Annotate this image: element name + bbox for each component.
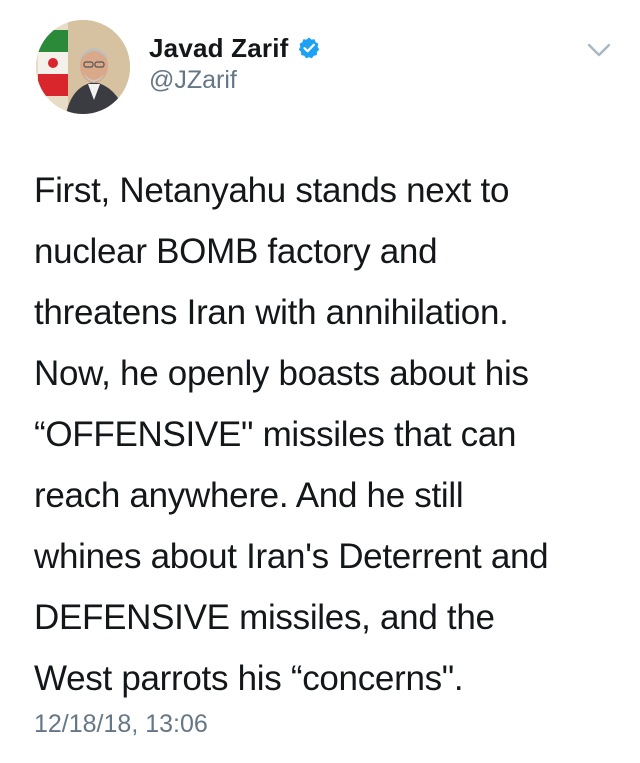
tweet-text-line: “OFFENSIVE" missiles that can: [34, 415, 517, 454]
tweet-card: Javad Zarif @JZarif First, Netanyahu sta…: [0, 0, 640, 763]
tweet-text-line: reach anywhere. And he still: [34, 476, 464, 515]
tweet-text-line: Now, he openly boasts about his: [34, 354, 529, 393]
tweet-text-line: nuclear BOMB factory and: [34, 232, 438, 271]
author-name-row: Javad Zarif: [149, 30, 321, 66]
author-handle[interactable]: @JZarif: [149, 66, 237, 95]
display-name[interactable]: Javad Zarif: [149, 33, 289, 64]
avatar[interactable]: [36, 20, 130, 114]
tweet-timestamp[interactable]: 12/18/18, 13:06: [34, 710, 208, 739]
tweet-text-line: whines about Iran's Deterrent and: [34, 537, 549, 576]
tweet-text-line: West parrots his “concerns".: [34, 659, 464, 698]
verified-badge-icon: [297, 36, 321, 60]
avatar-photo: [36, 20, 130, 114]
tweet-text-line: DEFENSIVE missiles, and the: [34, 598, 495, 637]
tweet-text-line: First, Netanyahu stands next to: [34, 171, 510, 210]
chevron-down-icon[interactable]: [586, 40, 612, 60]
tweet-text-line: threatens Iran with annihilation.: [34, 293, 509, 332]
tweet-text: First, Netanyahu stands next to nuclear …: [34, 160, 624, 709]
